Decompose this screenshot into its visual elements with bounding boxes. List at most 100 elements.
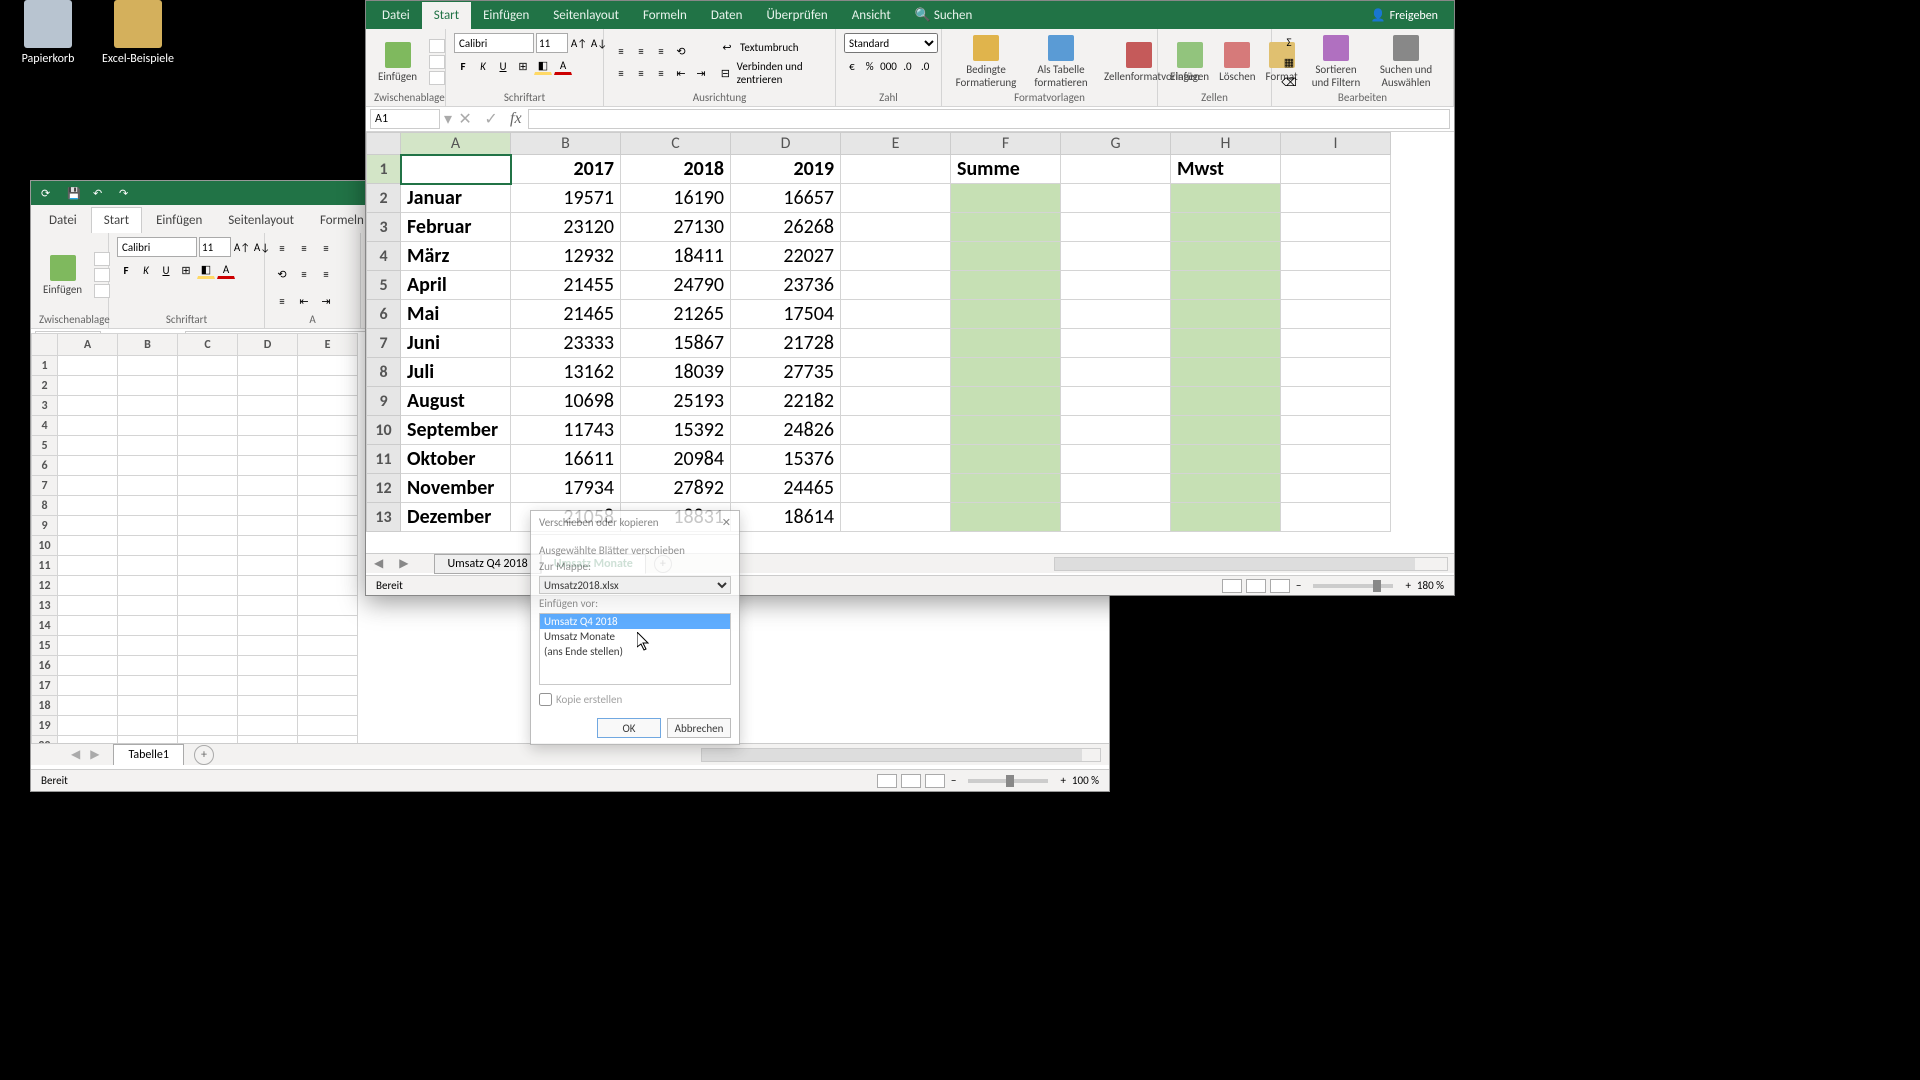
- cell[interactable]: [1061, 503, 1171, 532]
- cell[interactable]: [951, 358, 1061, 387]
- border-icon[interactable]: ⊞: [177, 261, 195, 279]
- enter-icon[interactable]: ✓: [478, 109, 504, 129]
- insert-cells-button[interactable]: Einfügen: [1166, 40, 1213, 85]
- dropdown-icon[interactable]: ▾: [444, 109, 452, 129]
- copy-icon[interactable]: [94, 268, 110, 282]
- zoom-in-icon[interactable]: +: [1060, 774, 1065, 787]
- cell[interactable]: 12932: [511, 242, 621, 271]
- row-header[interactable]: 3: [32, 396, 58, 416]
- column-header[interactable]: A: [401, 133, 511, 155]
- cell[interactable]: [1061, 387, 1171, 416]
- cell[interactable]: [118, 376, 178, 396]
- cell[interactable]: [178, 616, 238, 636]
- cell[interactable]: [298, 676, 358, 696]
- align-left-icon[interactable]: ≡: [295, 266, 313, 284]
- cell[interactable]: [1171, 271, 1281, 300]
- cell[interactable]: [178, 536, 238, 556]
- cell[interactable]: [298, 596, 358, 616]
- cell[interactable]: [298, 356, 358, 376]
- cell[interactable]: [58, 436, 118, 456]
- cell[interactable]: [1061, 213, 1171, 242]
- cell[interactable]: [1171, 329, 1281, 358]
- column-header[interactable]: E: [841, 133, 951, 155]
- font-color-icon[interactable]: A: [554, 57, 572, 75]
- sheet-tab[interactable]: Tabelle1: [113, 744, 184, 765]
- cell[interactable]: [238, 456, 298, 476]
- cell[interactable]: [841, 242, 951, 271]
- font-color-icon[interactable]: A: [217, 261, 235, 279]
- cell[interactable]: [1061, 242, 1171, 271]
- cell[interactable]: [298, 396, 358, 416]
- cell[interactable]: [238, 716, 298, 736]
- page-break-view-icon[interactable]: [925, 774, 945, 788]
- column-header[interactable]: F: [951, 133, 1061, 155]
- cell[interactable]: [118, 416, 178, 436]
- cell[interactable]: [238, 436, 298, 456]
- cell[interactable]: [178, 496, 238, 516]
- cell[interactable]: [1281, 358, 1391, 387]
- ribbon-tab-seitenlayout[interactable]: Seitenlayout: [216, 208, 306, 233]
- row-header[interactable]: 3: [367, 213, 401, 242]
- cell[interactable]: [58, 616, 118, 636]
- cell[interactable]: [178, 456, 238, 476]
- cell[interactable]: [298, 716, 358, 736]
- cell[interactable]: 21465: [511, 300, 621, 329]
- cell[interactable]: 13162: [511, 358, 621, 387]
- fx-icon[interactable]: fx: [510, 110, 522, 128]
- bold-button[interactable]: F: [454, 57, 472, 75]
- cell[interactable]: [118, 356, 178, 376]
- cell[interactable]: [1061, 184, 1171, 213]
- cell[interactable]: [118, 536, 178, 556]
- cell[interactable]: [118, 456, 178, 476]
- cell[interactable]: 2019: [731, 155, 841, 184]
- orientation-icon[interactable]: ⟲: [672, 42, 690, 60]
- column-header[interactable]: B: [118, 334, 178, 356]
- cell[interactable]: 2018: [621, 155, 731, 184]
- cell[interactable]: [238, 356, 298, 376]
- list-item[interactable]: (ans Ende stellen): [540, 644, 730, 659]
- row-header[interactable]: 12: [32, 576, 58, 596]
- cell[interactable]: 27130: [621, 213, 731, 242]
- select-all-corner[interactable]: [367, 133, 401, 155]
- cell[interactable]: [1171, 184, 1281, 213]
- cell[interactable]: [58, 596, 118, 616]
- font-size-select[interactable]: [199, 237, 231, 257]
- cell[interactable]: Mwst: [1171, 155, 1281, 184]
- share-button[interactable]: 👤 Freigeben: [1359, 2, 1450, 29]
- cell[interactable]: [58, 496, 118, 516]
- list-item[interactable]: Umsatz Q4 2018: [540, 614, 730, 629]
- cell[interactable]: [118, 596, 178, 616]
- cell[interactable]: [238, 676, 298, 696]
- page-break-view-icon[interactable]: [1270, 579, 1290, 593]
- cell[interactable]: [58, 556, 118, 576]
- cell[interactable]: [178, 416, 238, 436]
- cell[interactable]: 27735: [731, 358, 841, 387]
- format-painter-icon[interactable]: [94, 284, 110, 298]
- zoom-in-icon[interactable]: +: [1405, 579, 1410, 592]
- cell[interactable]: [238, 416, 298, 436]
- desktop-icon-recycle[interactable]: Papierkorb: [10, 0, 86, 66]
- ribbon-tab-datei[interactable]: Datei: [37, 208, 89, 233]
- column-header[interactable]: C: [621, 133, 731, 155]
- cell[interactable]: [1281, 155, 1391, 184]
- cell[interactable]: [178, 356, 238, 376]
- cell[interactable]: [298, 476, 358, 496]
- cell[interactable]: [238, 496, 298, 516]
- cell[interactable]: 15392: [621, 416, 731, 445]
- cell[interactable]: April: [401, 271, 511, 300]
- cell[interactable]: [58, 396, 118, 416]
- align-top-icon[interactable]: ≡: [612, 42, 630, 60]
- column-header[interactable]: G: [1061, 133, 1171, 155]
- increase-font-icon[interactable]: A↑: [570, 34, 588, 52]
- horizontal-scrollbar[interactable]: [701, 748, 1101, 762]
- cell[interactable]: 15376: [731, 445, 841, 474]
- cancel-button[interactable]: Abbrechen: [667, 718, 731, 738]
- cell[interactable]: [58, 676, 118, 696]
- ribbon-tab-start[interactable]: Start: [422, 2, 471, 29]
- cell[interactable]: [841, 358, 951, 387]
- cell[interactable]: [178, 656, 238, 676]
- cell[interactable]: Februar: [401, 213, 511, 242]
- sheet-tab[interactable]: Umsatz Q4 2018: [434, 554, 540, 574]
- sort-filter-button[interactable]: Sortieren und Filtern: [1304, 33, 1368, 91]
- row-header[interactable]: 6: [367, 300, 401, 329]
